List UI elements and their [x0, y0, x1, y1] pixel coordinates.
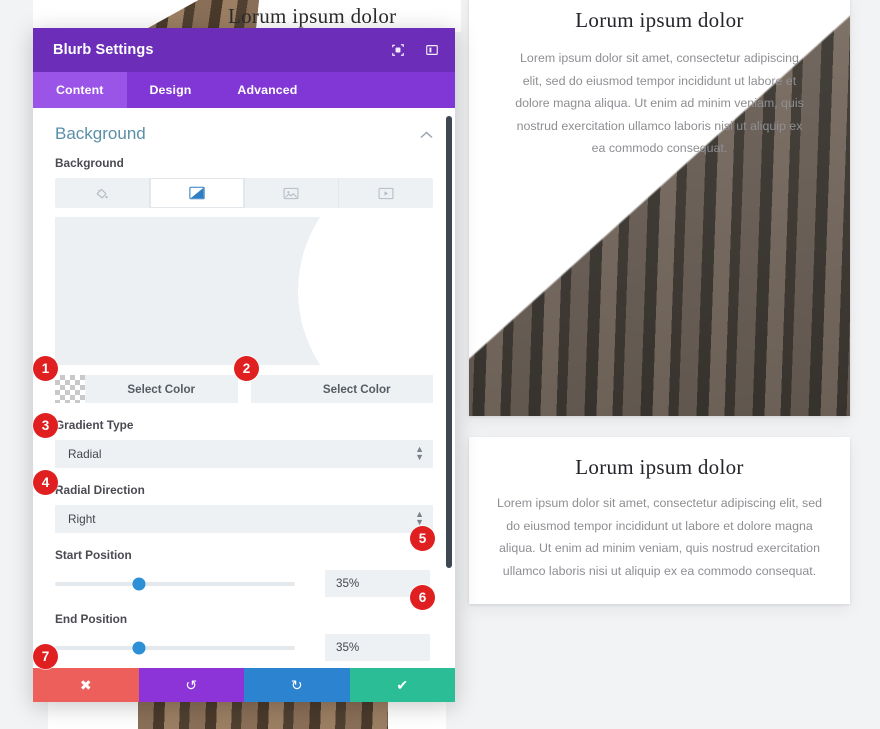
chevron-updown-icon: ▲ ▼	[415, 444, 424, 462]
radial-direction-value: Right	[68, 512, 96, 526]
background-section-header[interactable]: Background	[33, 108, 455, 156]
select-color-end-label[interactable]: Select Color	[281, 383, 434, 396]
save-button[interactable]: ✔	[349, 668, 455, 702]
badge-2: 2	[234, 356, 259, 381]
modal-title: Blurb Settings	[53, 42, 154, 58]
tab-content[interactable]: Content	[33, 72, 127, 108]
preview-bottom-body: Lorem ipsum dolor sit amet, consectetur …	[496, 496, 823, 578]
background-gradient-icon[interactable]	[149, 178, 245, 208]
badge-5: 5	[410, 526, 435, 551]
badge-1: 1	[33, 356, 58, 381]
background-type-group	[55, 178, 433, 208]
select-color-start-label[interactable]: Select Color	[85, 383, 238, 396]
background-image-icon[interactable]	[245, 178, 340, 208]
tab-advanced[interactable]: Advanced	[214, 72, 320, 108]
background-field-label: Background	[55, 156, 124, 170]
undo-button[interactable]: ↺	[138, 668, 244, 702]
gradient-type-value: Radial	[68, 447, 102, 461]
radial-direction-select[interactable]: Right ▲ ▼	[55, 505, 433, 533]
layout-panel-icon[interactable]	[423, 41, 441, 59]
modal-body: Background Background Select Color Selec…	[33, 108, 455, 668]
redo-button[interactable]: ↻	[244, 668, 350, 702]
end-position-value[interactable]: 35%	[325, 634, 430, 661]
radial-direction-label: Radial Direction	[55, 483, 145, 497]
check-icon: ✔	[396, 677, 409, 693]
gradient-type-select[interactable]: Radial ▲ ▼	[55, 440, 433, 468]
focus-icon[interactable]	[389, 41, 407, 59]
chevron-updown-icon-2: ▲ ▼	[415, 509, 424, 527]
badge-3: 3	[33, 413, 58, 438]
section-title: Background	[55, 124, 146, 143]
background-color-icon[interactable]	[55, 178, 150, 208]
chevron-up-icon[interactable]	[420, 128, 433, 141]
modal-tabs: Content Design Advanced	[33, 72, 455, 108]
close-icon: ✖	[79, 677, 92, 693]
badge-6: 6	[410, 585, 435, 610]
preview-card-bottom[interactable]: Lorum ipsum dolor Lorem ipsum dolor sit …	[469, 437, 850, 605]
preview-card-top[interactable]: Lorum ipsum dolor Lorem ipsum dolor sit …	[469, 0, 850, 416]
start-position-handle[interactable]	[132, 577, 146, 590]
gradient-color-end[interactable]: Select Color	[250, 375, 434, 403]
end-position-slider[interactable]	[55, 641, 295, 654]
undo-icon: ↺	[185, 677, 198, 693]
color-swatch-end[interactable]	[250, 375, 281, 403]
gradient-type-label: Gradient Type	[55, 418, 134, 432]
tab-design[interactable]: Design	[127, 72, 215, 108]
preview-top-body: Lorem ipsum dolor sit amet, consectetur …	[515, 51, 804, 156]
end-position-label: End Position	[55, 612, 128, 626]
gradient-preview	[55, 217, 433, 365]
preview-bottom-title: Lorum ipsum dolor	[575, 455, 744, 479]
start-position-label: Start Position	[55, 548, 132, 562]
modal-footer: ✖ ↺ ↻ ✔	[33, 668, 455, 702]
redo-icon: ↻	[290, 677, 303, 693]
gradient-color-start[interactable]: Select Color	[55, 375, 238, 403]
preview-top-title: Lorum ipsum dolor	[575, 8, 744, 32]
badge-4: 4	[33, 470, 58, 495]
background-video-icon[interactable]	[339, 178, 433, 208]
modal-header: Blurb Settings	[33, 28, 455, 72]
background-card-bottom	[48, 700, 446, 729]
building-photo-bottom	[138, 700, 388, 729]
end-position-handle[interactable]	[132, 641, 146, 654]
preview-column: Lorum ipsum dolor Lorem ipsum dolor sit …	[469, 0, 850, 605]
cancel-button[interactable]: ✖	[33, 668, 139, 702]
badge-7: 7	[33, 644, 58, 669]
start-position-slider[interactable]	[55, 577, 295, 590]
vertical-scrollbar[interactable]	[446, 116, 452, 568]
color-swatch-start[interactable]	[55, 375, 85, 403]
background-page-heading: Lorum ipsum dolor	[228, 4, 397, 28]
